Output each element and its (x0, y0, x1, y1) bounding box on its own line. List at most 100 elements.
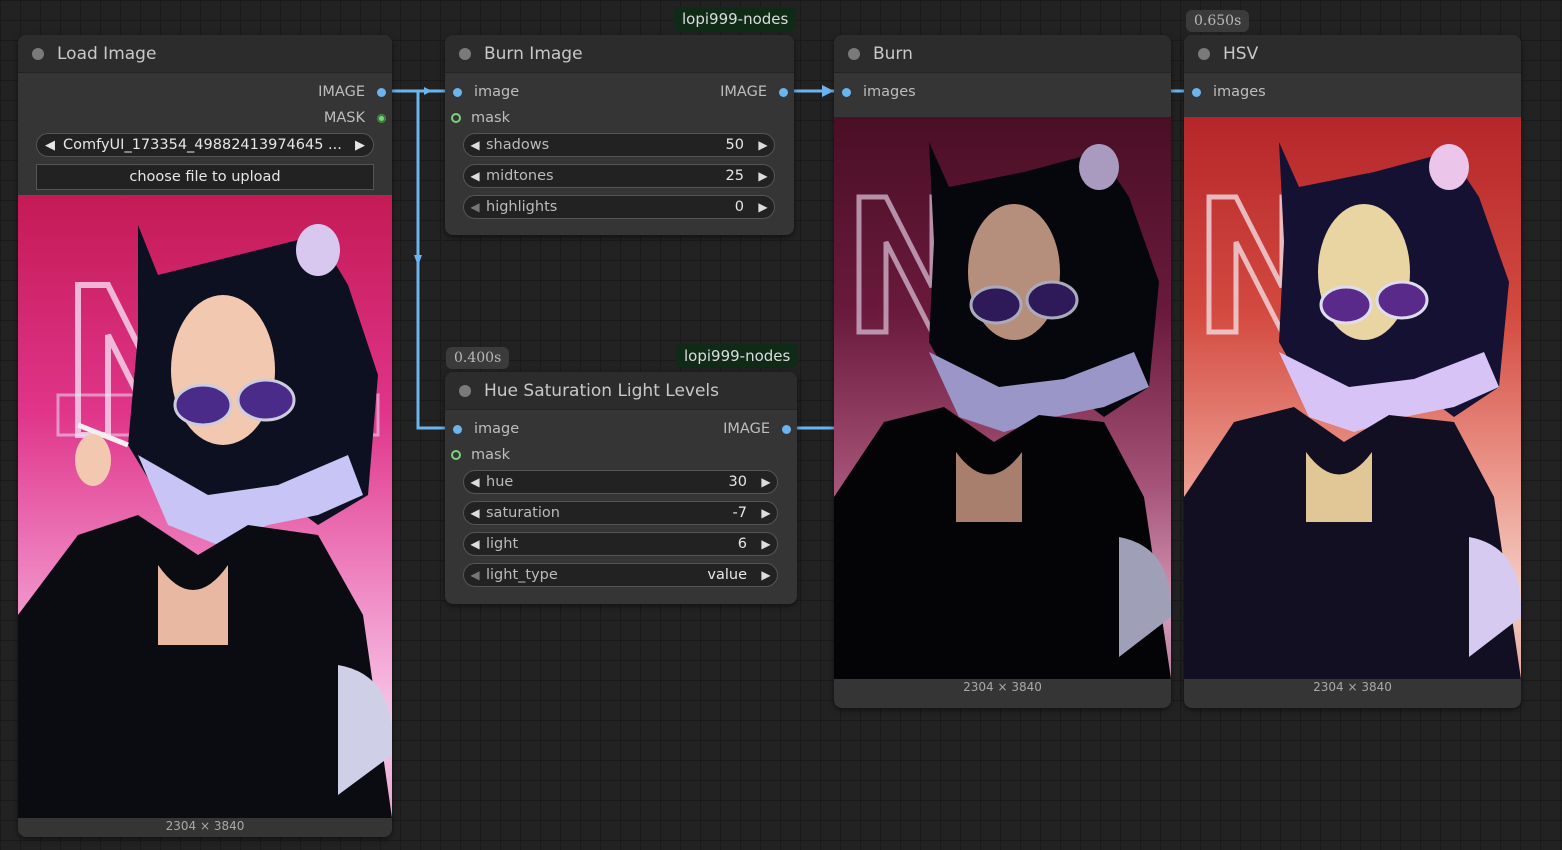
node-title: Load Image (57, 43, 157, 64)
hsv-preview-node[interactable]: HSV images 2304 × 3840 (1184, 35, 1521, 708)
widget-label: midtones (486, 168, 554, 184)
widget-value: value (707, 567, 747, 583)
widget-value: -7 (732, 505, 747, 521)
arrow-right-icon[interactable]: ▶ (752, 200, 774, 214)
node-title: Burn (873, 43, 913, 64)
image-dimensions: 2304 × 3840 (1313, 680, 1392, 694)
node-title: Hue Saturation Light Levels (484, 380, 720, 401)
slot-label: mask (471, 110, 510, 126)
node-title-bar[interactable]: Hue Saturation Light Levels (445, 372, 797, 410)
widget-label: highlights (486, 199, 558, 215)
image-dimensions: 2304 × 3840 (165, 819, 245, 833)
slot-label: IMAGE (723, 421, 770, 437)
slot-dot[interactable] (377, 113, 386, 123)
burn-image-node[interactable]: Burn Image image mask IMAGE ◀ shadows 50… (445, 35, 794, 235)
image-preview (834, 117, 1171, 679)
burn-preview-node[interactable]: Burn images 2304 × 3840 (834, 35, 1171, 708)
node-title-bar[interactable]: Burn Image (445, 35, 794, 73)
arrow-left-icon[interactable]: ◀ (37, 138, 63, 153)
light-widget[interactable]: ◀ light 6 ▶ (463, 532, 778, 556)
combo-value: ComfyUI_173354_49882413974645 ... (63, 137, 342, 153)
widget-value: 25 (725, 168, 744, 184)
slot-dot[interactable] (842, 87, 851, 97)
output-slot-image[interactable]: IMAGE (723, 420, 791, 438)
input-slot-images[interactable]: images (1192, 83, 1266, 101)
slot-label: IMAGE (720, 84, 767, 100)
input-slot-image[interactable]: image (453, 420, 519, 438)
arrow-right-icon[interactable]: ▶ (755, 537, 777, 551)
output-slot-mask[interactable]: MASK (324, 109, 386, 127)
midtones-widget[interactable]: ◀ midtones 25 ▶ (463, 164, 775, 188)
image-dimensions: 2304 × 3840 (963, 680, 1042, 694)
input-slot-mask[interactable]: mask (453, 446, 510, 464)
slot-dot[interactable] (779, 87, 788, 97)
shadows-widget[interactable]: ◀ shadows 50 ▶ (463, 133, 775, 157)
arrow-left-icon[interactable]: ◀ (464, 537, 486, 551)
anime-girl-image (1184, 142, 1521, 679)
anime-girl-image (834, 142, 1171, 679)
image-file-combo[interactable]: ◀ ComfyUI_173354_49882413974645 ... ▶ (36, 133, 374, 157)
input-slot-mask[interactable]: mask (453, 109, 510, 127)
node-source-badge: lopi999-nodes (676, 344, 799, 368)
arrow-left-icon[interactable]: ◀ (464, 200, 486, 214)
widget-label: hue (486, 474, 514, 490)
slot-dot[interactable] (782, 424, 791, 434)
hsl-levels-node[interactable]: Hue Saturation Light Levels image mask I… (445, 372, 797, 604)
node-title: Burn Image (484, 43, 583, 64)
arrow-left-icon[interactable]: ◀ (464, 138, 486, 152)
upload-button[interactable]: choose file to upload (36, 164, 374, 190)
arrow-right-icon[interactable]: ▶ (347, 138, 373, 153)
arrow-left-icon[interactable]: ◀ (464, 475, 486, 489)
node-title-bar[interactable]: Load Image (18, 35, 392, 73)
arrow-right-icon[interactable]: ▶ (755, 475, 777, 489)
widget-value: 6 (737, 536, 747, 552)
slot-dot[interactable] (1192, 87, 1201, 97)
highlights-widget[interactable]: ◀ highlights 0 ▶ (463, 195, 775, 219)
slot-label: image (474, 421, 520, 437)
node-source-badge: lopi999-nodes (674, 7, 797, 31)
widget-label: light_type (486, 567, 558, 583)
execution-time-badge: 0.400s (446, 347, 510, 369)
slot-label: MASK (323, 110, 365, 126)
collapse-dot[interactable] (32, 47, 44, 60)
light-type-widget[interactable]: ◀ light_type value ▶ (463, 563, 778, 587)
widget-value: 50 (725, 137, 744, 153)
arrow-left-icon[interactable]: ◀ (464, 169, 486, 183)
load-image-node[interactable]: Load Image IMAGE MASK ◀ ComfyUI_173354_4… (18, 35, 392, 837)
saturation-widget[interactable]: ◀ saturation -7 ▶ (463, 501, 778, 525)
arrow-right-icon[interactable]: ▶ (755, 506, 777, 520)
widget-label: light (486, 536, 519, 552)
slot-label: images (863, 84, 916, 100)
slot-label: IMAGE (318, 84, 365, 100)
hue-widget[interactable]: ◀ hue 30 ▶ (463, 470, 778, 494)
arrow-left-icon[interactable]: ◀ (464, 568, 486, 582)
anime-girl-image (18, 224, 392, 818)
widget-label: shadows (486, 137, 550, 153)
collapse-dot[interactable] (1198, 47, 1210, 60)
widget-value: 30 (728, 474, 747, 490)
arrow-right-icon[interactable]: ▶ (755, 568, 777, 582)
slot-dot[interactable] (453, 424, 462, 434)
output-slot-image[interactable]: IMAGE (318, 83, 386, 101)
node-title-bar[interactable]: HSV (1184, 35, 1521, 73)
arrow-right-icon[interactable]: ▶ (752, 138, 774, 152)
slot-dot[interactable] (453, 452, 459, 458)
input-slot-images[interactable]: images (842, 83, 916, 101)
slot-label: image (474, 84, 520, 100)
image-preview (1184, 117, 1521, 679)
slot-dot[interactable] (453, 87, 462, 97)
output-slot-image[interactable]: IMAGE (720, 83, 788, 101)
collapse-dot[interactable] (459, 47, 471, 60)
slot-label: images (1213, 84, 1266, 100)
collapse-dot[interactable] (459, 384, 471, 397)
node-title: HSV (1223, 43, 1259, 64)
arrow-right-icon[interactable]: ▶ (752, 169, 774, 183)
arrow-left-icon[interactable]: ◀ (464, 506, 486, 520)
input-slot-image[interactable]: image (453, 83, 519, 101)
slot-dot[interactable] (453, 115, 459, 121)
collapse-dot[interactable] (848, 47, 860, 60)
slot-dot[interactable] (377, 87, 386, 97)
node-title-bar[interactable]: Burn (834, 35, 1171, 73)
image-preview (18, 195, 392, 818)
slot-label: mask (471, 447, 510, 463)
